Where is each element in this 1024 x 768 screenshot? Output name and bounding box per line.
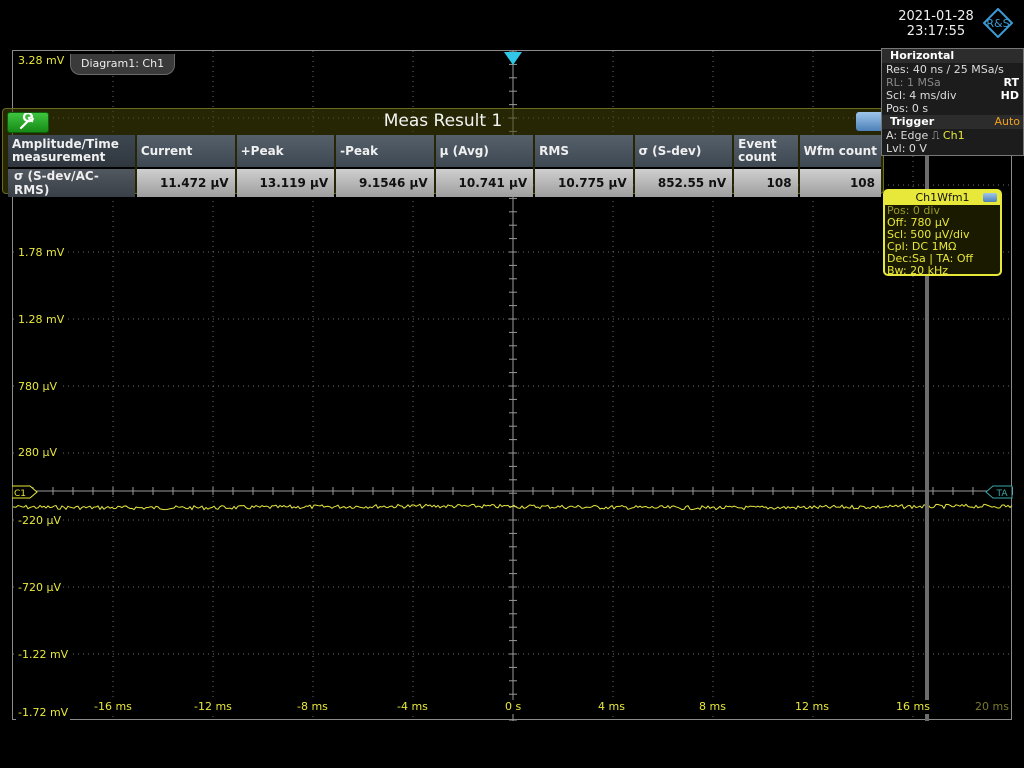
waveform-info-box[interactable]: Ch1Wfm1 Pos: 0 div Off: 780 μV Scl: 500 …	[883, 189, 1002, 277]
ta-marker[interactable]: TA	[985, 485, 1013, 499]
rt-badge: RT	[1003, 76, 1019, 89]
horizontal-rl-row: RL: 1 MSa RT	[882, 76, 1023, 89]
table-header-row: Amplitude/Time measurement Current +Peak…	[8, 135, 881, 169]
table-row[interactable]: σ (S-dev/AC-RMS) 11.472 μV 13.119 μV 9.1…	[8, 169, 881, 197]
x-tick-label: 0 s	[503, 700, 524, 714]
hd-badge: HD	[1000, 89, 1019, 102]
y-tick-label: 1.28 mV	[16, 313, 67, 327]
y-tick-label: -1.22 mV	[16, 648, 71, 662]
x-tick-label: -12 ms	[192, 700, 234, 714]
svg-text:R&S: R&S	[986, 17, 1009, 30]
column-header: Current	[136, 135, 235, 169]
y-tick-label: -220 µV	[16, 514, 63, 528]
time-text: 23:17:55	[906, 24, 966, 39]
column-header: Wfm count	[799, 135, 881, 169]
y-tick-label: 1.78 mV	[16, 246, 67, 260]
horizontal-trigger-panel[interactable]: Horizontal Res: 40 ns / 25 MSa/s RL: 1 M…	[881, 48, 1024, 156]
table-cell: 13.119 μV	[236, 169, 335, 197]
x-tick-label: 8 ms	[697, 700, 728, 714]
x-tick-label: 12 ms	[793, 700, 831, 714]
column-header: μ (Avg)	[435, 135, 534, 169]
diagram-tab[interactable]: Diagram1: Ch1	[70, 54, 176, 75]
meas-result-title: Meas Result 1	[383, 111, 503, 131]
channel-offset-marker[interactable]: C1	[12, 485, 38, 499]
column-header: Event count	[734, 135, 798, 169]
y-tick-label: 280 µV	[16, 446, 60, 460]
y-tick-label: -720 µV	[16, 581, 63, 595]
waveform-box-minimize-button[interactable]	[983, 193, 997, 202]
x-tick-label: -4 ms	[395, 700, 430, 714]
x-tick-label: 20 ms	[973, 700, 1011, 714]
trigger-mode: Auto	[994, 115, 1020, 128]
table-cell: 852.55 nV	[634, 169, 733, 197]
table-cell: 10.775 μV	[535, 169, 633, 197]
table-cell: 9.1546 μV	[336, 169, 434, 197]
waveform-bandwidth: Bw: 20 kHz	[887, 264, 949, 277]
column-header: σ (S-dev)	[634, 135, 733, 169]
table-cell: 11.472 μV	[136, 169, 235, 197]
ta-marker-label: TA	[996, 489, 1009, 499]
date-text: 2021-01-28	[898, 9, 974, 24]
y-tick-label: 780 µV	[16, 380, 60, 394]
y-tick-label: -1.72 mV	[16, 706, 71, 720]
column-header: -Peak	[336, 135, 434, 169]
trigger-level: Lvl: 0 V	[886, 142, 927, 155]
table-cell: 10.741 μV	[435, 169, 534, 197]
table-cell: 108	[734, 169, 798, 197]
trigger-header: Trigger	[890, 115, 935, 128]
x-tick-label: -8 ms	[295, 700, 330, 714]
horizontal-header: Horizontal	[882, 49, 1023, 63]
trigger-a-row: A: Edge ⎍ Ch1	[882, 129, 1023, 142]
meas-result-window[interactable]: Meas Result 1 Amplitude/Time measurement…	[2, 108, 886, 197]
table-cell: σ (S-dev/AC-RMS)	[8, 169, 135, 197]
horizontal-scl: Scl: 4 ms/div	[886, 89, 957, 102]
trigger-source: Ch1	[942, 129, 965, 142]
horizontal-pos: Pos: 0 s	[886, 102, 929, 115]
column-header: +Peak	[236, 135, 335, 169]
trigger-header-row: Trigger Auto	[882, 115, 1023, 129]
table-cell: 108	[799, 169, 881, 197]
x-tick-label: 16 ms	[894, 700, 932, 714]
horizontal-rl: RL: 1 MSa	[886, 76, 941, 89]
trigger-position-marker-icon[interactable]	[503, 51, 523, 67]
channel-marker-label: C1	[14, 489, 26, 499]
rising-edge-icon: ⎍	[931, 129, 943, 142]
x-tick-label: 4 ms	[596, 700, 627, 714]
rs-logo-icon: R&S	[983, 8, 1013, 38]
column-header: RMS	[535, 135, 633, 169]
x-tick-label: -16 ms	[92, 700, 134, 714]
y-tick-label: 3.28 mV	[16, 54, 67, 68]
date-time-display: 2021-01-28 23:17:55	[886, 9, 986, 39]
horizontal-res: Res: 40 ns / 25 MSa/s	[886, 63, 1004, 76]
trigger-type: A: Edge	[886, 129, 929, 142]
column-header: Amplitude/Time measurement	[8, 135, 135, 169]
horizontal-scl-row: Scl: 4 ms/div HD	[882, 89, 1023, 102]
meas-result-table: Amplitude/Time measurement Current +Peak…	[6, 135, 883, 197]
